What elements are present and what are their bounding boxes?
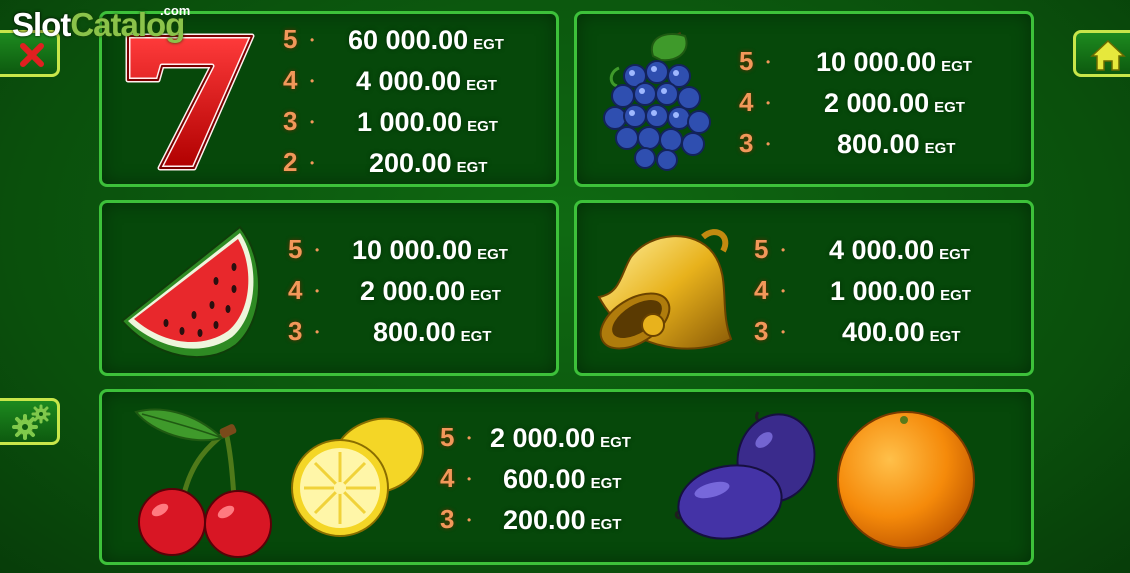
payout-row: 2 • 200.00 EGT (283, 147, 488, 178)
payout-row: 4 • 2 000.00 EGT (288, 275, 501, 306)
payout-value: 2 000.00 (360, 276, 466, 306)
symbol-count: 3 (754, 316, 769, 346)
currency-label: EGT (477, 246, 508, 263)
payout-value: 60 000.00 (348, 25, 469, 55)
watermelon-icon (120, 225, 260, 358)
currency-label: EGT (934, 99, 965, 116)
currency-label: EGT (456, 159, 488, 176)
payout-value: 800.00 (837, 129, 920, 159)
currency-label: EGT (924, 140, 956, 157)
site-logo: SlotCatalog .com (12, 4, 190, 43)
gear-icon (12, 404, 51, 440)
currency-label: EGT (600, 434, 631, 451)
payout-row: 5 • 4 000.00 EGT (754, 234, 970, 265)
home-button[interactable] (1073, 30, 1130, 77)
payout-row: 4 • 4 000.00 EGT (283, 65, 497, 96)
currency-label: EGT (590, 516, 622, 533)
paytable-panel-bell: 5 • 4 000.00 EGT 4 • 1 000.00 EGT 3 • 400.00 E… (574, 200, 1034, 376)
payout-value: 600.00 (503, 464, 586, 494)
currency-label: EGT (473, 36, 504, 53)
currency-label: EGT (590, 475, 622, 492)
payout-value: 200.00 (503, 505, 586, 535)
payout-value: 1 000.00 (357, 107, 463, 137)
payout-value: 400.00 (842, 317, 925, 347)
symbol-count: 3 (288, 316, 303, 346)
currency-label: EGT (460, 328, 492, 345)
payout-row: 3 • 400.00 EGT (754, 316, 961, 347)
plum-icon (674, 411, 816, 540)
grapes-icon (603, 32, 711, 171)
currency-label: EGT (939, 246, 970, 263)
lemon-icon (291, 417, 424, 537)
payout-value: 800.00 (373, 317, 456, 347)
symbol-count: 4 (739, 87, 754, 117)
payout-row: 5 • 10 000.00 EGT (288, 234, 508, 265)
paytable-panel-fruits: 5 • 2 000.00 EGT 4 • 600.00 EGT 3 • 200.00 EGT (99, 389, 1034, 565)
symbol-count: 4 (754, 275, 769, 305)
payout-row: 3 • 1 000.00 EGT (283, 106, 498, 137)
payout-row: 4 • 1 000.00 EGT (754, 275, 971, 306)
currency-label: EGT (467, 118, 498, 135)
payout-row: 3 • 800.00 EGT (288, 316, 492, 347)
currency-label: EGT (941, 58, 972, 75)
symbol-count: 5 (288, 234, 303, 264)
close-icon (20, 43, 44, 67)
payout-value: 2 000.00 (824, 88, 930, 118)
payout-value: 10 000.00 (816, 47, 937, 77)
symbol-count: 3 (739, 128, 754, 158)
symbol-count: 3 (440, 504, 455, 534)
settings-button[interactable] (0, 398, 60, 445)
symbol-count: 3 (283, 106, 298, 136)
symbol-count: 4 (283, 65, 298, 95)
payout-value: 4 000.00 (829, 235, 935, 265)
symbol-count: 4 (440, 463, 455, 493)
symbol-count: 5 (754, 234, 769, 264)
symbol-count: 2 (283, 147, 298, 177)
bell-icon (597, 229, 733, 350)
cherry-icon (134, 408, 272, 558)
paytable-panel-watermelon: 5 • 10 000.00 EGT 4 • 2 000.00 EGT 3 • 800.00… (99, 200, 559, 376)
payout-row: 5 • 60 000.00 EGT (283, 24, 504, 55)
logo-text-slot: Slot (12, 6, 71, 43)
logo-text-suffix: .com (160, 3, 191, 18)
paytable-panel-grapes: 5 • 10 000.00 EGT 4 • 2 000.00 EGT 3 • 800.00… (574, 11, 1034, 187)
currency-label: EGT (929, 328, 961, 345)
currency-label: EGT (470, 287, 501, 304)
symbol-count: 4 (288, 275, 303, 305)
symbol-count: 5 (283, 24, 298, 54)
symbol-count: 5 (440, 422, 455, 452)
orange-icon (837, 411, 975, 549)
payout-value: 2 000.00 (490, 423, 596, 453)
payout-row: 4 • 2 000.00 EGT (739, 87, 965, 118)
currency-label: EGT (940, 287, 971, 304)
seven-icon (125, 33, 255, 171)
payout-value: 4 000.00 (356, 66, 462, 96)
home-icon (1090, 39, 1126, 71)
payout-row: 5 • 10 000.00 EGT (739, 46, 972, 77)
symbol-count: 5 (739, 46, 754, 76)
payout-row: 3 • 800.00 EGT (739, 128, 956, 159)
currency-label: EGT (466, 77, 497, 94)
payout-value: 200.00 (369, 148, 452, 178)
payout-value: 1 000.00 (830, 276, 936, 306)
payout-value: 10 000.00 (352, 235, 473, 265)
